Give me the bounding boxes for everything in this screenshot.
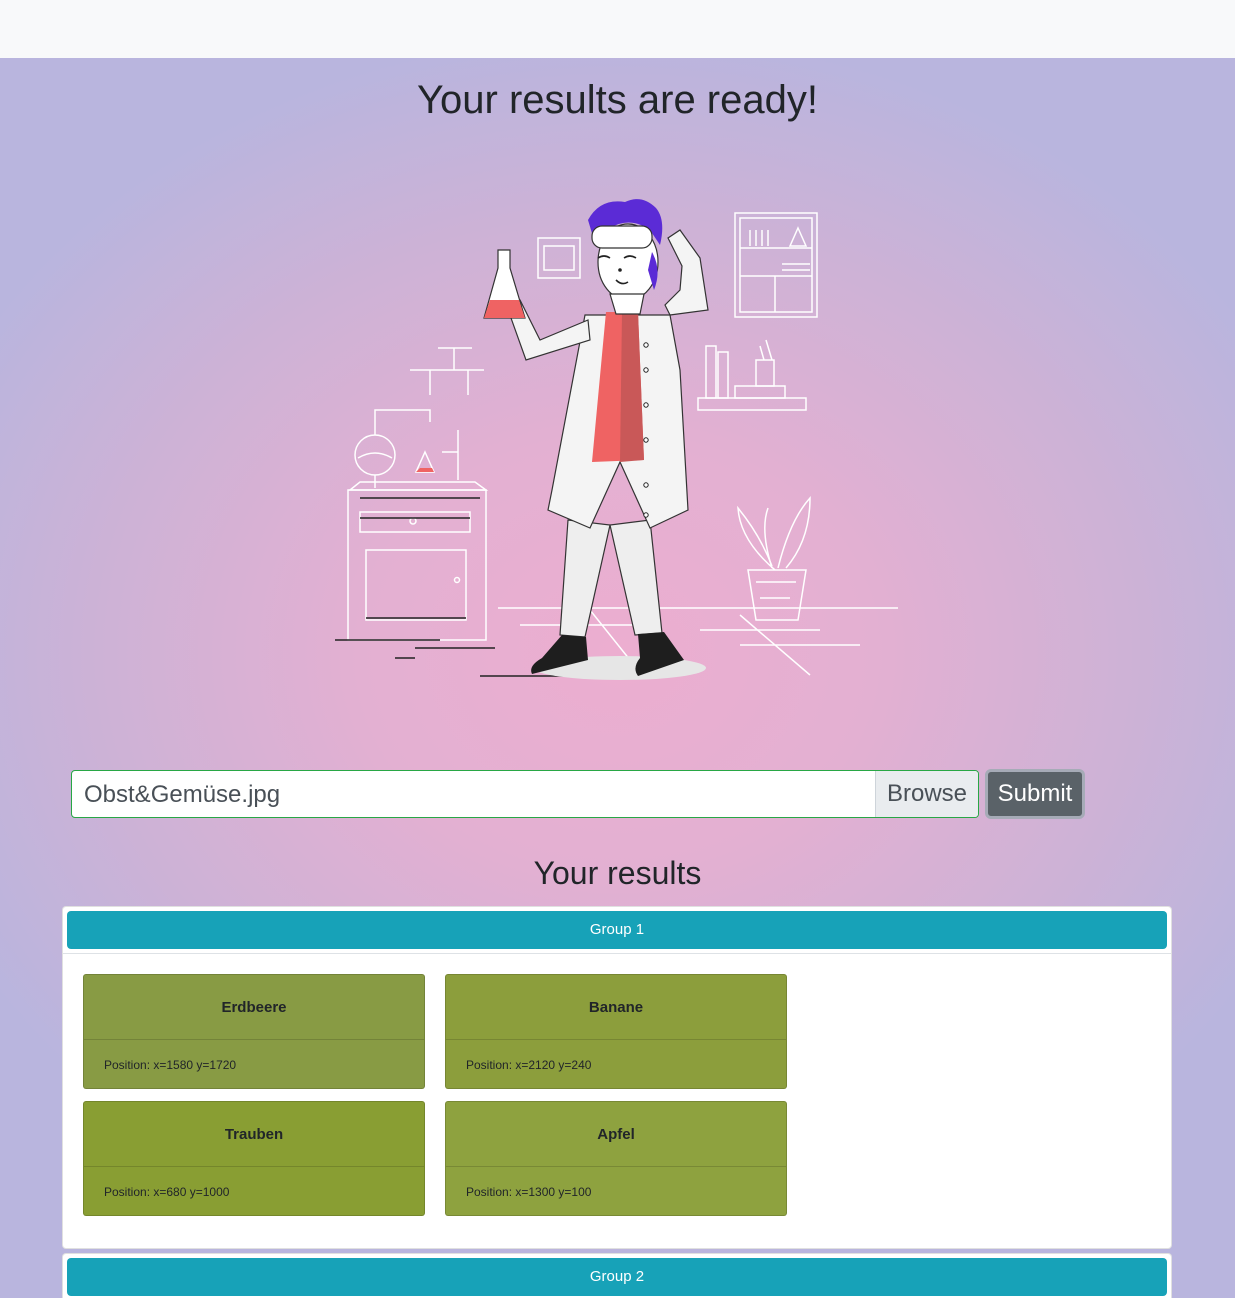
- file-name-text: Obst&Gemüse.jpg: [84, 781, 281, 808]
- item-position: Position: x=1580 y=1720: [104, 1058, 237, 1072]
- group-header[interactable]: Group 2: [67, 1258, 1167, 1296]
- group-header[interactable]: Group 1: [67, 911, 1167, 949]
- item-name: Apfel: [597, 1126, 635, 1143]
- results-heading: Your results: [533, 855, 702, 891]
- item-name: Trauben: [224, 1126, 284, 1143]
- item-name: Banane: [588, 999, 644, 1016]
- scientist-lab-illustration: [335, 199, 898, 680]
- result-item-card: Banane Position: x=2120 y=240: [445, 974, 787, 1089]
- item-position: Position: x=2120 y=240: [466, 1058, 592, 1072]
- item-name: Erdbeere: [221, 999, 287, 1016]
- top-navbar: [0, 0, 1235, 58]
- item-position: Position: x=1300 y=100: [466, 1185, 592, 1199]
- file-input[interactable]: Obst&Gemüse.jpg Browse: [71, 770, 979, 818]
- page-title: Your results are ready!: [417, 78, 818, 122]
- item-position: Position: x=680 y=1000: [104, 1185, 230, 1199]
- result-item-card: Erdbeere Position: x=1580 y=1720: [83, 974, 425, 1089]
- submit-button[interactable]: Submit: [985, 769, 1085, 819]
- group-card: Group 1 Erdbeere Position: x=1580 y=1720…: [62, 906, 1172, 1249]
- divider: [63, 953, 1171, 954]
- group-card: Group 2: [62, 1253, 1172, 1298]
- upload-form: Obst&Gemüse.jpg Browse Submit: [71, 769, 1091, 820]
- browse-button[interactable]: Browse: [875, 771, 978, 817]
- result-item-card: Trauben Position: x=680 y=1000: [83, 1101, 425, 1216]
- result-item-card: Apfel Position: x=1300 y=100: [445, 1101, 787, 1216]
